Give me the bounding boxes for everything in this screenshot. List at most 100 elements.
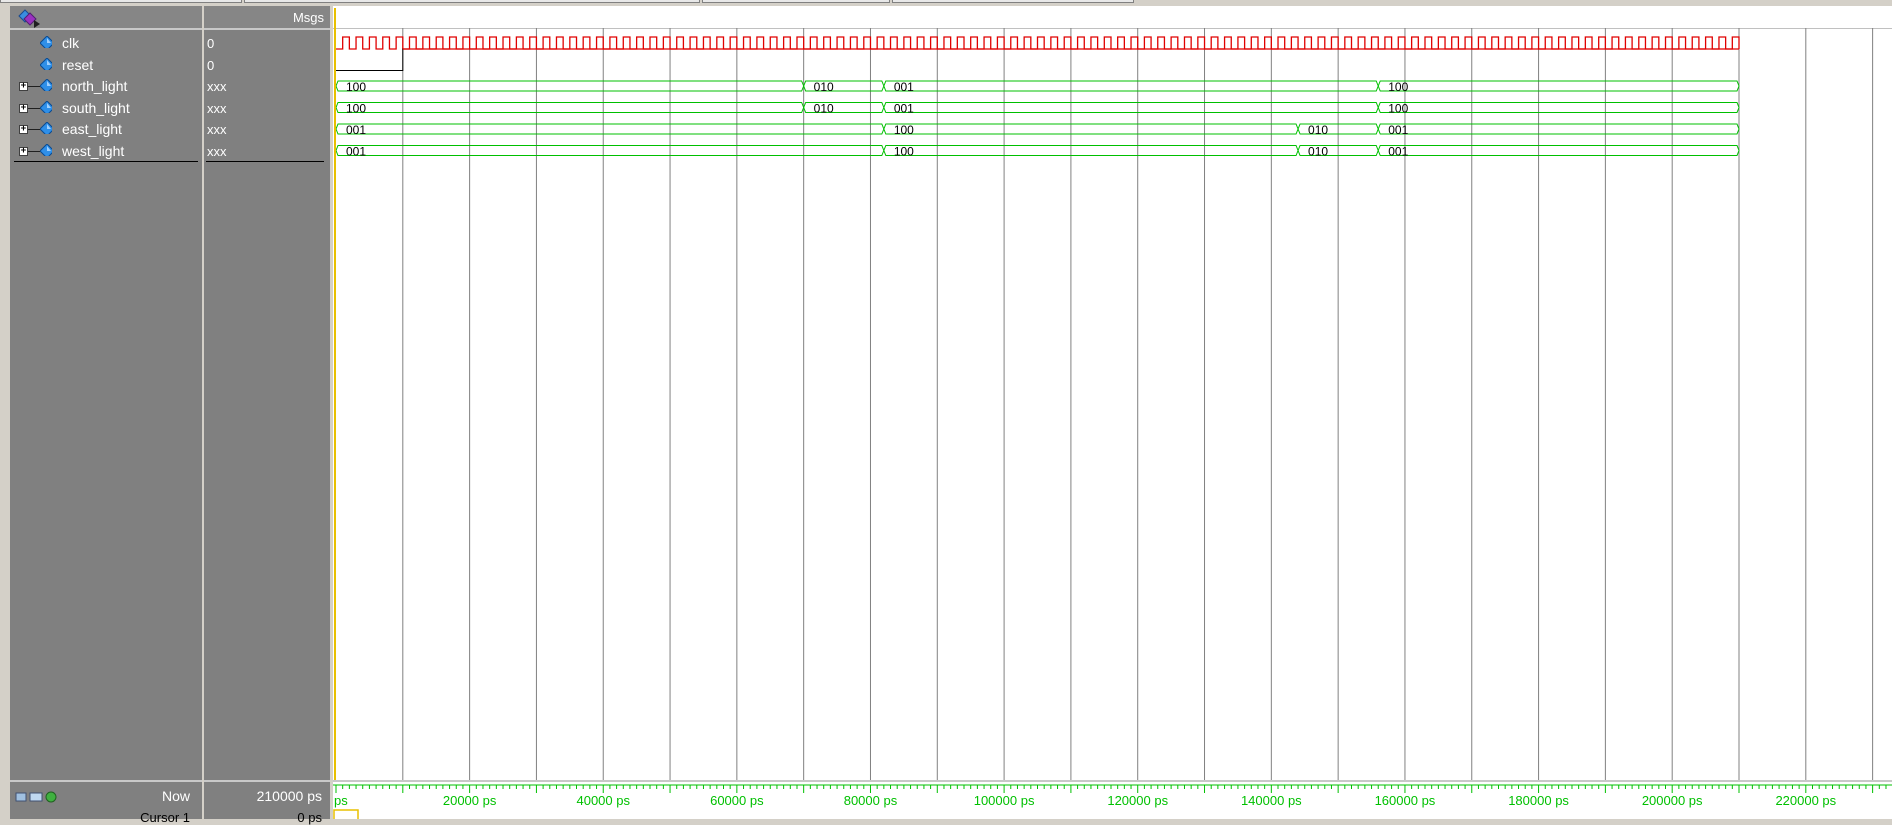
bottom-names-pane: Now Cursor 1: [10, 780, 202, 825]
bus-value-label: 001: [346, 123, 366, 137]
bus-segment: [335, 123, 885, 135]
cursor-label[interactable]: Cursor 1: [140, 810, 190, 825]
signal-name: clk: [62, 35, 80, 51]
bus-segment: [883, 102, 1379, 113]
signal-diamond-icon: [40, 100, 52, 113]
timeline-label: 60000 ps: [710, 793, 764, 808]
signal-diamond-icon: [40, 36, 52, 48]
signal-row-north_light[interactable]: + north_light: [10, 76, 202, 96]
signal-row-south_light[interactable]: + south_light: [10, 98, 202, 118]
cursor-marker: [333, 809, 359, 823]
reset-waveform-low: [336, 48, 1739, 71]
clk-waveform: [336, 36, 1740, 50]
signal-diamond-icon: [40, 57, 52, 70]
signal-value: xxx: [207, 122, 227, 137]
timeline-label: 140000 ps: [1241, 793, 1302, 808]
signal-row-reset[interactable]: reset: [10, 55, 202, 75]
signal-name: north_light: [62, 78, 128, 94]
edit-cursor-icon: [29, 792, 43, 802]
value-row-reset: 0: [204, 55, 330, 75]
signal-value: xxx: [207, 143, 227, 159]
bus-segment: [1377, 102, 1740, 113]
expand-icon[interactable]: +: [19, 103, 28, 113]
msgs-header: Msgs: [292, 10, 324, 25]
value-row-south_light: xxx: [204, 98, 330, 118]
signal-values-pane: Msgs 0 0 xxx xxx xxx xxx: [204, 6, 330, 817]
waveform-canvas[interactable]: 100 010 001 100 100 010 001 100 001 100 010 001 001 1…: [333, 6, 1892, 780]
tree-connector: [28, 129, 40, 130]
timeline-label: 20000 ps: [443, 793, 497, 808]
tab[interactable]: [244, 0, 700, 3]
timeline-label: 80000 ps: [844, 793, 898, 808]
expand-icon[interactable]: +: [19, 82, 28, 91]
bottom-values-pane: 210000 ps 0 ps: [204, 780, 330, 825]
signal-name: reset: [62, 56, 94, 73]
bus-segment: [883, 123, 1299, 135]
names-header: [10, 6, 202, 30]
bus-value-label: 100: [1388, 80, 1408, 94]
wave-objects-icon[interactable]: [16, 8, 44, 28]
signal-name: south_light: [62, 99, 130, 116]
bus-segment: [1377, 80, 1740, 92]
bottom-toolbar-icons[interactable]: [14, 790, 74, 804]
timeline-label: 180000 ps: [1508, 793, 1569, 808]
top-tab-strip: [0, 0, 1892, 4]
signal-name: east_light: [62, 121, 122, 137]
bus-segment: [1377, 145, 1740, 156]
bus-value-label: 100: [1388, 102, 1408, 116]
bus-value-label: 001: [346, 145, 366, 159]
bus-value-label: 010: [814, 80, 834, 94]
signal-value: xxx: [207, 100, 227, 116]
value-row-clk: 0: [204, 33, 330, 53]
timeline-label: 100000 ps: [974, 793, 1035, 808]
values-header: Msgs: [204, 6, 330, 30]
bus-value-label: 100: [894, 145, 914, 159]
signal-row-clk[interactable]: clk: [10, 33, 202, 53]
signal-value: 0: [207, 57, 215, 73]
tab[interactable]: [892, 0, 1134, 3]
bus-value-label: 001: [894, 102, 914, 116]
bus-value-label: 100: [894, 123, 914, 137]
signal-diamond-icon: [40, 143, 52, 156]
waveform-pane[interactable]: 100 010 001 100 100 010 001 100 001 100 010 001 001 1…: [333, 6, 1892, 817]
bus-value-label: 100: [346, 102, 366, 116]
tree-connector: [28, 86, 40, 87]
bus-segment: [335, 145, 885, 156]
timeline-label: 220000 ps: [1775, 793, 1836, 808]
bus-segment: [335, 80, 805, 92]
timeline-label: 120000 ps: [1107, 793, 1168, 808]
bus-value-label: 010: [1308, 145, 1328, 159]
now-label: Now: [161, 788, 190, 804]
bus-segment: [883, 80, 1379, 92]
bus-value-label: 001: [1388, 123, 1408, 137]
bus-segment: [883, 145, 1299, 156]
timeline-label: 40000 ps: [576, 793, 630, 808]
bus-value-label: 001: [894, 80, 914, 94]
signal-names-pane: clk reset + north_light + south_light + east_li…: [10, 6, 202, 817]
expand-icon[interactable]: +: [19, 125, 28, 134]
tree-connector: [28, 107, 40, 109]
signal-diamond-icon: [40, 122, 52, 134]
signal-list-end-line: [206, 161, 324, 162]
value-row-west_light: xxx: [204, 141, 330, 161]
signal-value: xxx: [207, 79, 227, 94]
signal-name: west_light: [62, 142, 125, 159]
tree-connector: [28, 150, 40, 152]
timeline-ruler[interactable]: ps 20000 ps 40000 ps 60000 ps 80000 ps 100000…: [333, 782, 1892, 823]
bus-segment: [335, 102, 805, 113]
signal-row-west_light[interactable]: + west_light: [10, 141, 202, 161]
timeline-label: 160000 ps: [1375, 793, 1436, 808]
signal-row-east_light[interactable]: + east_light: [10, 119, 202, 139]
expand-icon[interactable]: +: [19, 146, 28, 156]
signal-value: 0: [207, 36, 215, 51]
tab[interactable]: [702, 0, 890, 3]
bus-value-label: 010: [814, 102, 834, 116]
bus-segment: [1377, 123, 1740, 135]
timeline-pane[interactable]: ps 20000 ps 40000 ps 60000 ps 80000 ps 100000…: [333, 780, 1892, 823]
signal-list-end-line: [14, 161, 198, 162]
bus-value-label: 100: [346, 80, 366, 94]
value-row-north_light: xxx: [204, 76, 330, 96]
now-value: 210000 ps: [256, 788, 322, 804]
tab[interactable]: [0, 0, 242, 3]
signal-diamond-icon: [40, 79, 52, 91]
